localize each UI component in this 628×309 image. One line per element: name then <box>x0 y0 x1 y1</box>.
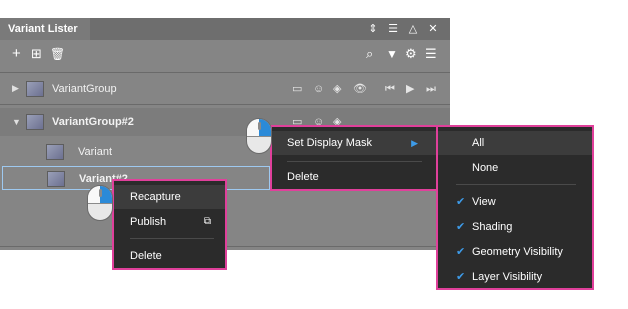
material-icon[interactable]: ☺ <box>313 82 324 96</box>
eye-icon[interactable]: 👁 <box>353 82 367 96</box>
mouse-wheel <box>99 189 102 197</box>
first-icon[interactable]: ⏮ <box>385 82 395 96</box>
submenu-arrow-icon: ▶ <box>411 138 418 148</box>
thumbnail <box>47 171 65 187</box>
display-mask-submenu: All None ✔ View ✔ Shading ✔ Geometry Vis… <box>436 125 594 290</box>
mask-layer-visibility-item[interactable]: ✔ Layer Visibility <box>438 265 592 289</box>
float-icon[interactable]: ⇕ <box>366 22 380 36</box>
variant-group-row[interactable]: ▶ VariantGroup ▭ ☺ ◈ 👁 ⏮ ▶ ⏭ <box>0 75 450 103</box>
menu-item-label: Publish <box>130 216 167 228</box>
menu-item-label: Layer Visibility <box>472 271 543 283</box>
row-label: Variant <box>78 146 113 158</box>
menu-item-label: Delete <box>287 171 319 183</box>
layers-icon[interactable]: ◈ <box>333 82 341 96</box>
group-context-menu: Set Display Mask ▶ Delete <box>270 125 438 191</box>
right-click-mouse-icon <box>87 185 113 221</box>
close-icon[interactable]: ✕ <box>426 22 440 36</box>
row-label: VariantGroup#2 <box>52 116 134 128</box>
add-icon[interactable]: + <box>12 45 21 63</box>
menu-item-label: View <box>472 196 496 208</box>
mask-all-item[interactable]: All <box>438 131 592 155</box>
menu-item-label: Recapture <box>130 191 181 203</box>
recapture-item[interactable]: Recapture <box>114 185 225 209</box>
publish-item[interactable]: Publish ⧉ <box>114 210 225 234</box>
menu-item-label: Shading <box>472 221 513 233</box>
checkmark-icon: ✔ <box>456 221 466 233</box>
filter-icon[interactable]: ▼ <box>386 45 398 63</box>
panel-titlebar: Variant Lister ⇕ ☰ △ ✕ <box>0 18 450 40</box>
play-icon[interactable]: ▶ <box>406 82 414 96</box>
set-display-mask-item[interactable]: Set Display Mask ▶ <box>272 131 436 155</box>
menu-icon[interactable]: ☰ <box>386 22 400 36</box>
list-menu-icon[interactable]: ☰ <box>425 45 437 63</box>
gear-icon[interactable]: ⚙ <box>405 45 417 63</box>
delete-item[interactable]: Delete <box>114 244 225 268</box>
divider <box>0 72 450 73</box>
search-icon[interactable]: ⌕ <box>366 45 373 63</box>
checkmark-icon: ✔ <box>456 246 466 258</box>
right-click-mouse-icon <box>246 118 272 154</box>
panel-tab-title[interactable]: Variant Lister <box>0 18 90 40</box>
mask-geometry-visibility-item[interactable]: ✔ Geometry Visibility <box>438 240 592 264</box>
collapse-icon[interactable]: △ <box>406 22 420 36</box>
mask-none-item[interactable]: None <box>438 156 592 180</box>
collapse-arrow-icon[interactable]: ▼ <box>12 117 21 127</box>
variant-context-menu: Recapture Publish ⧉ Delete <box>112 179 227 270</box>
add-group-icon[interactable]: ⊞ <box>31 45 42 63</box>
thumbnail <box>26 114 44 130</box>
menu-item-label: Set Display Mask <box>287 137 372 149</box>
camera-icon[interactable]: ▭ <box>292 82 302 96</box>
row-label: VariantGroup <box>52 83 117 95</box>
expand-arrow-icon[interactable]: ▶ <box>12 83 19 94</box>
toolbar: + ⊞ 🗑 ⌕ ▼ ⚙ ☰ <box>0 40 450 68</box>
checkmark-icon: ✔ <box>456 271 466 283</box>
menu-separator <box>130 238 214 239</box>
last-icon[interactable]: ⏭ <box>426 82 436 96</box>
mask-shading-item[interactable]: ✔ Shading <box>438 215 592 239</box>
checkmark-icon: ✔ <box>456 196 466 208</box>
thumbnail <box>46 144 64 160</box>
publish-window-icon: ⧉ <box>203 216 211 227</box>
mask-view-item[interactable]: ✔ View <box>438 190 592 214</box>
menu-item-label: Geometry Visibility <box>472 246 563 258</box>
divider <box>0 104 450 105</box>
delete-icon[interactable]: 🗑 <box>50 45 65 63</box>
mouse-wheel <box>258 122 261 130</box>
menu-separator <box>456 184 576 185</box>
thumbnail <box>26 81 44 97</box>
menu-item-label: None <box>472 162 499 174</box>
menu-separator <box>287 161 422 162</box>
menu-item-label: All <box>472 137 485 149</box>
delete-item[interactable]: Delete <box>272 165 436 189</box>
menu-item-label: Delete <box>130 250 162 262</box>
